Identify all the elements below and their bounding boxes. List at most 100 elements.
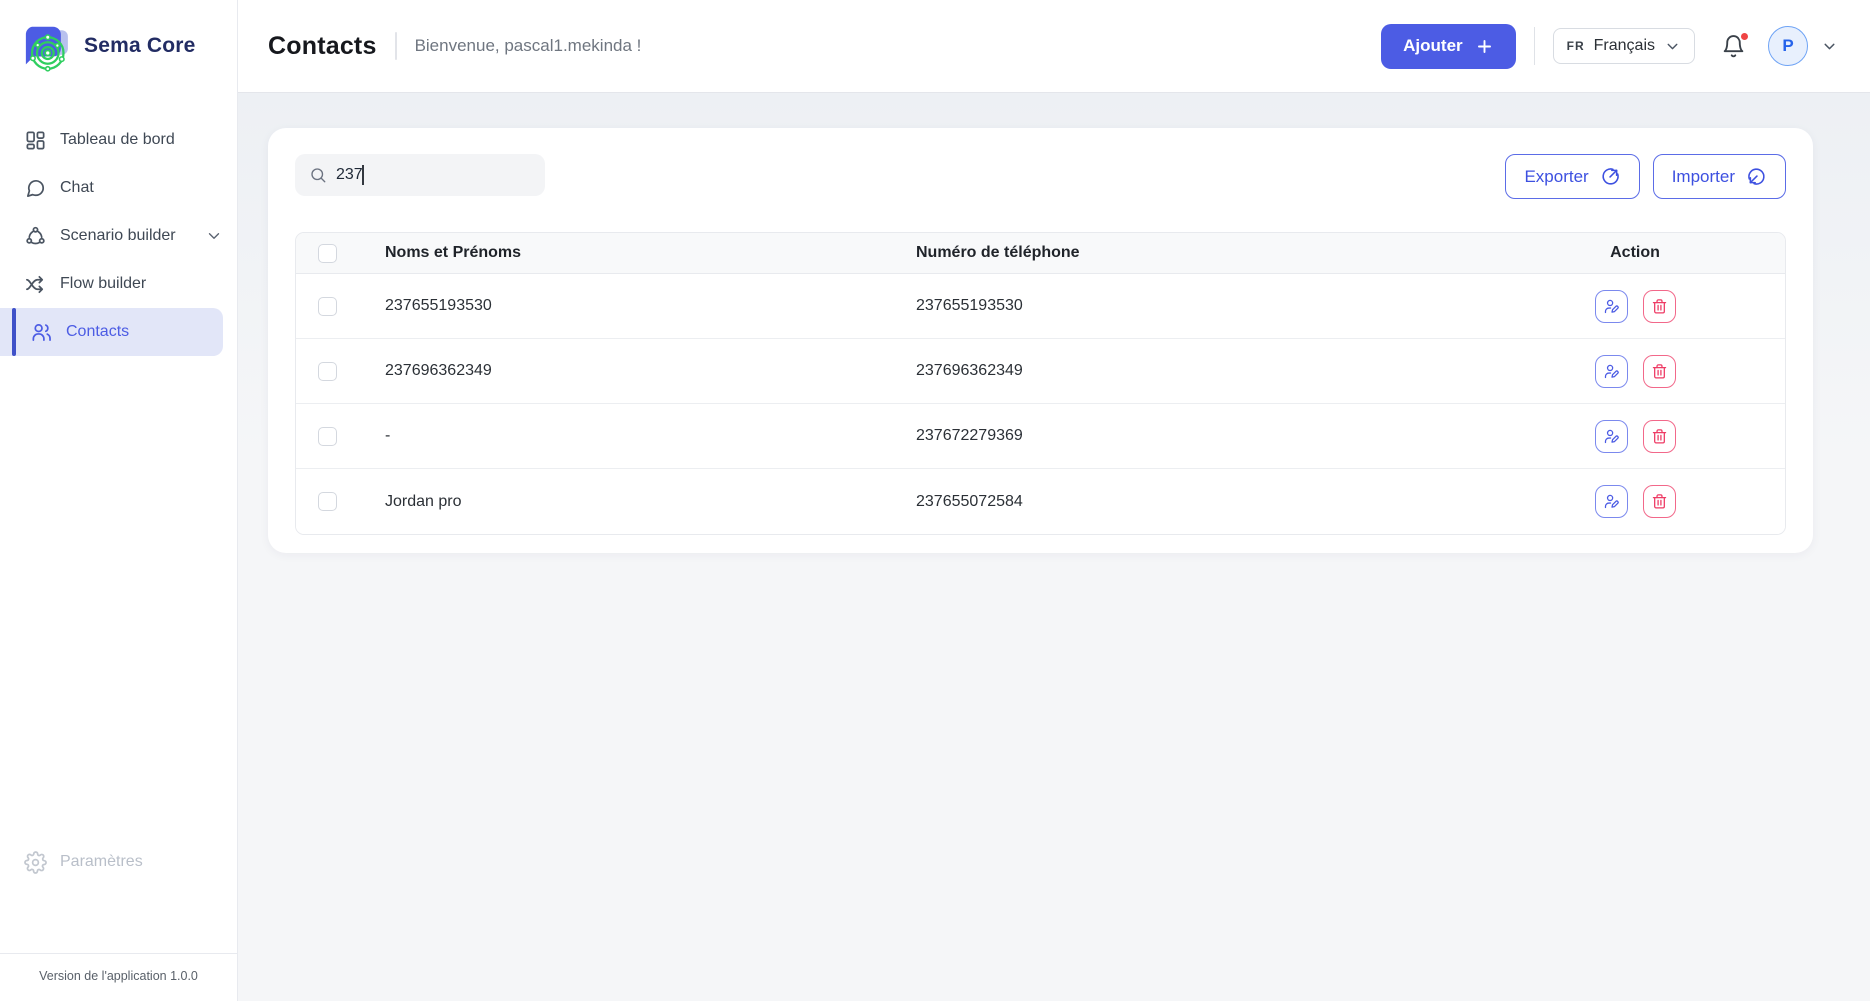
- edit-contact-button[interactable]: [1595, 420, 1628, 453]
- contact-name-cell: 237655193530: [358, 297, 889, 315]
- export-button[interactable]: Exporter: [1505, 154, 1639, 199]
- welcome-text: Bienvenue, pascal1.mekinda !: [415, 36, 642, 56]
- contacts-table: Noms et Prénoms Numéro de téléphone Acti…: [295, 232, 1786, 535]
- delete-contact-button[interactable]: [1643, 290, 1676, 323]
- sidebar-nav: Tableau de bord Scenario builder Chat: [0, 116, 237, 356]
- sema-core-logo-icon: [18, 18, 74, 74]
- contact-phone-cell: 237672279369: [889, 427, 1485, 445]
- select-all-checkbox[interactable]: [318, 244, 337, 263]
- row-checkbox[interactable]: [318, 362, 337, 381]
- edit-contact-button[interactable]: [1595, 485, 1628, 518]
- page-title: Contacts: [268, 32, 377, 61]
- sidebar-item-flow-builder[interactable]: Flow builder: [0, 260, 237, 308]
- language-code: FR: [1567, 39, 1585, 53]
- notification-badge: [1739, 31, 1750, 42]
- topbar-divider: [1534, 27, 1535, 65]
- user-edit-icon: [1603, 428, 1620, 445]
- avatar-initial: P: [1782, 36, 1793, 56]
- toolbar-actions: Exporter Importer: [1505, 154, 1786, 199]
- sidebar-item-label: Flow builder: [60, 275, 146, 293]
- contacts-card: Exporter Importer: [268, 128, 1813, 553]
- scenario-builder-icon: [24, 225, 47, 248]
- language-selector[interactable]: FR Français: [1553, 28, 1695, 64]
- card-toolbar: Exporter Importer: [295, 154, 1786, 199]
- sidebar-item-label: Contacts: [66, 323, 129, 341]
- title-wrap: Contacts Bienvenue, pascal1.mekinda !: [268, 32, 641, 61]
- contacts-icon: [30, 321, 53, 344]
- notifications-button[interactable]: [1721, 34, 1746, 59]
- chat-icon: [24, 177, 47, 200]
- table-header-row: Noms et Prénoms Numéro de téléphone Acti…: [296, 233, 1785, 274]
- dashboard-icon: [24, 129, 47, 152]
- topbar-right: Ajouter FR Français: [1381, 24, 1838, 69]
- sidebar: Sema Core Tableau de bord: [0, 0, 238, 1001]
- contact-name-cell: 237696362349: [358, 362, 889, 380]
- add-button-label: Ajouter: [1403, 36, 1463, 56]
- user-edit-icon: [1603, 298, 1620, 315]
- sidebar-item-label: Chat: [60, 179, 94, 197]
- export-icon: [1600, 166, 1621, 187]
- logo-row[interactable]: Sema Core: [0, 0, 237, 90]
- text-caret: [362, 165, 364, 185]
- sidebar-item-parametres[interactable]: Paramètres: [0, 838, 237, 886]
- sidebar-item-tableau-de-bord[interactable]: Tableau de bord: [0, 116, 237, 164]
- table-row: 237655193530 237655193530: [296, 274, 1785, 339]
- sidebar-item-contacts[interactable]: Contacts: [0, 308, 223, 356]
- title-divider: [395, 32, 397, 60]
- search-input[interactable]: [336, 166, 533, 184]
- sidebar-item-chat[interactable]: Scenario builder Chat: [0, 164, 237, 212]
- main-area: Contacts Bienvenue, pascal1.mekinda ! Aj…: [238, 0, 1870, 1001]
- contact-name-cell: -: [358, 427, 889, 445]
- contact-name-cell: Jordan pro: [358, 493, 889, 511]
- sidebar-footer: Version de l'application 1.0.0: [0, 953, 237, 1001]
- avatar[interactable]: P: [1768, 26, 1808, 66]
- chevron-down-icon: [205, 227, 223, 245]
- table-body: 237655193530 237655193530: [296, 274, 1785, 534]
- profile-menu-button[interactable]: [1821, 38, 1838, 55]
- add-contact-button[interactable]: Ajouter: [1381, 24, 1516, 69]
- row-checkbox[interactable]: [318, 427, 337, 446]
- delete-contact-button[interactable]: [1643, 420, 1676, 453]
- table-row: Jordan pro 237655072584: [296, 469, 1785, 534]
- topbar: Contacts Bienvenue, pascal1.mekinda ! Aj…: [238, 0, 1870, 93]
- delete-contact-button[interactable]: [1643, 485, 1676, 518]
- content-area: Exporter Importer: [238, 93, 1870, 1001]
- user-edit-icon: [1603, 493, 1620, 510]
- plus-icon: [1475, 37, 1494, 56]
- search-icon: [309, 166, 327, 184]
- gear-icon: [24, 851, 47, 874]
- user-edit-icon: [1603, 363, 1620, 380]
- edit-contact-button[interactable]: [1595, 355, 1628, 388]
- column-header-action: Action: [1485, 244, 1785, 262]
- chevron-down-icon: [1821, 38, 1838, 55]
- search-box: [295, 154, 545, 196]
- edit-contact-button[interactable]: [1595, 290, 1628, 323]
- column-header-name: Noms et Prénoms: [358, 244, 889, 262]
- trash-icon: [1651, 428, 1668, 445]
- column-header-phone: Numéro de téléphone: [889, 244, 1485, 262]
- sidebar-item-label: Scenario builder: [60, 227, 176, 245]
- language-label: Français: [1594, 37, 1655, 55]
- row-checkbox[interactable]: [318, 492, 337, 511]
- settings-label: Paramètres: [60, 853, 143, 871]
- export-button-label: Exporter: [1524, 167, 1588, 187]
- contact-phone-cell: 237696362349: [889, 362, 1485, 380]
- chevron-down-icon: [1664, 38, 1681, 55]
- brand-name: Sema Core: [84, 34, 196, 58]
- table-row: - 237672279369: [296, 404, 1785, 469]
- sidebar-item-scenario-builder[interactable]: Scenario builder: [0, 212, 237, 260]
- table-row: 237696362349 237696362349: [296, 339, 1785, 404]
- contact-phone-cell: 237655072584: [889, 493, 1485, 511]
- trash-icon: [1651, 493, 1668, 510]
- app-version: Version de l'application 1.0.0: [10, 969, 227, 983]
- contact-phone-cell: 237655193530: [889, 297, 1485, 315]
- row-checkbox[interactable]: [318, 297, 337, 316]
- trash-icon: [1651, 363, 1668, 380]
- import-button-label: Importer: [1672, 167, 1735, 187]
- trash-icon: [1651, 298, 1668, 315]
- delete-contact-button[interactable]: [1643, 355, 1676, 388]
- sidebar-item-label: Tableau de bord: [60, 131, 175, 149]
- import-icon: [1746, 166, 1767, 187]
- import-button[interactable]: Importer: [1653, 154, 1786, 199]
- flow-builder-icon: [24, 273, 47, 296]
